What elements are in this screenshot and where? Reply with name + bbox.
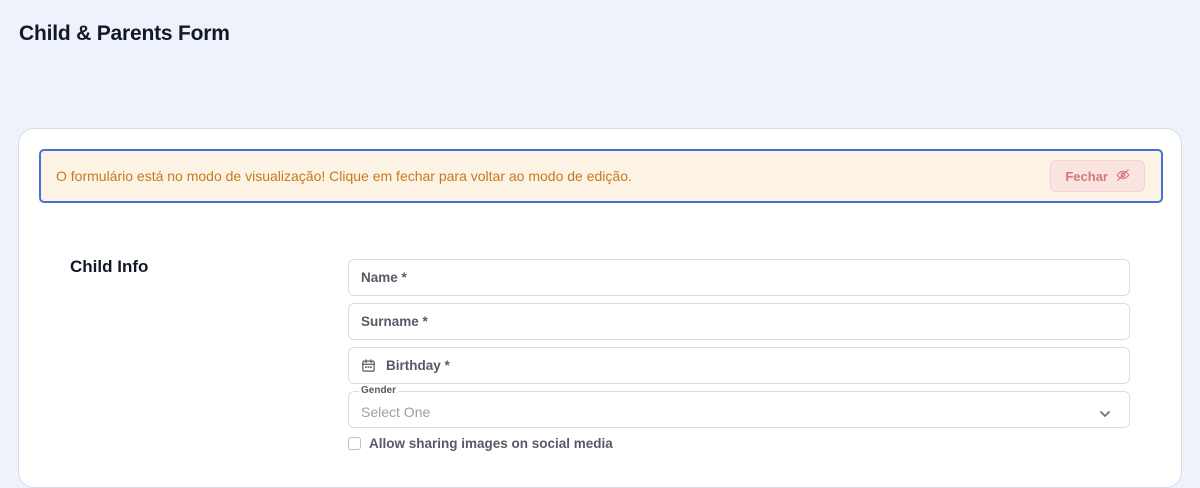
page-title: Child & Parents Form bbox=[19, 22, 230, 45]
birthday-field[interactable]: Birthday * bbox=[348, 347, 1130, 384]
share-images-checkbox[interactable] bbox=[348, 437, 361, 450]
child-info-fields: Name * Surname * Birthday * Gender Selec… bbox=[348, 259, 1130, 451]
name-field-label: Name * bbox=[361, 270, 407, 285]
form-card: O formulário está no modo de visualizaçã… bbox=[18, 128, 1182, 488]
close-button-label: Fechar bbox=[1065, 168, 1108, 184]
gender-select[interactable]: Gender Select One bbox=[348, 385, 1130, 428]
share-images-label[interactable]: Allow sharing images on social media bbox=[369, 436, 613, 451]
share-images-row: Allow sharing images on social media bbox=[348, 436, 1130, 451]
surname-field[interactable]: Surname * bbox=[348, 303, 1130, 340]
alert-message: O formulário está no modo de visualizaçã… bbox=[56, 168, 632, 184]
section-title-child-info: Child Info bbox=[70, 257, 149, 276]
surname-field-label: Surname * bbox=[361, 314, 428, 329]
calendar-icon bbox=[361, 358, 376, 373]
eye-off-icon bbox=[1116, 168, 1130, 185]
gender-select-label: Gender bbox=[359, 385, 399, 396]
gender-select-value: Select One bbox=[361, 404, 431, 420]
close-button[interactable]: Fechar bbox=[1050, 160, 1145, 192]
view-mode-alert: O formulário está no modo de visualizaçã… bbox=[39, 149, 1163, 203]
name-field[interactable]: Name * bbox=[348, 259, 1130, 296]
chevron-down-icon bbox=[1099, 406, 1111, 417]
birthday-field-label: Birthday * bbox=[386, 358, 450, 373]
